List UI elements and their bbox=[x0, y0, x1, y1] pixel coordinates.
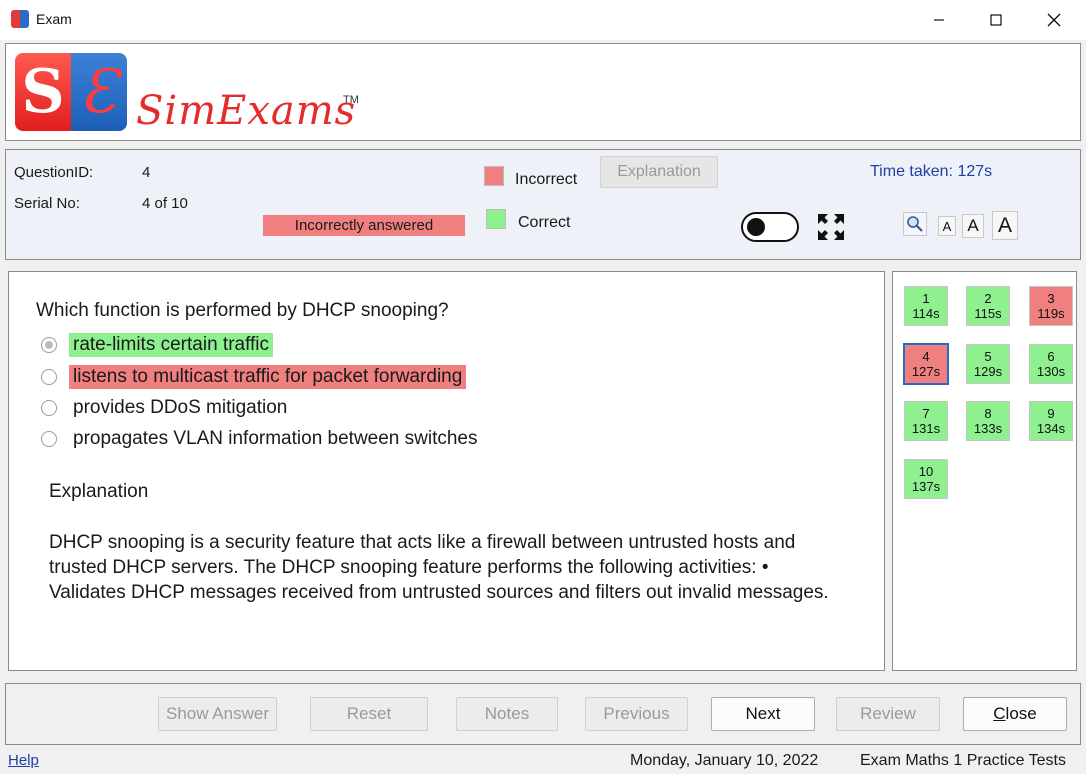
app-icon bbox=[11, 10, 29, 28]
theme-toggle[interactable] bbox=[741, 212, 799, 242]
incorrect-legend-label: Incorrect bbox=[515, 171, 578, 188]
maximize-icon bbox=[990, 14, 1002, 26]
grid-cell-number: 1 bbox=[922, 291, 930, 306]
next-button[interactable]: Next bbox=[711, 697, 815, 731]
option-2-label: listens to multicast traffic for packet … bbox=[69, 365, 467, 389]
option-4[interactable]: propagates VLAN information between swit… bbox=[41, 426, 482, 452]
serial-label: Serial No: bbox=[14, 195, 80, 212]
title-bar: Exam bbox=[0, 0, 1086, 40]
logo-trademark: TM bbox=[343, 94, 359, 106]
grid-cell-number: 6 bbox=[1047, 349, 1055, 364]
product-name: Exam Maths 1 Practice Tests bbox=[860, 752, 1066, 769]
grid-cell-time: 137s bbox=[911, 479, 941, 494]
simexams-logo-icon: S Ɛ bbox=[15, 53, 127, 131]
grid-cell-8[interactable]: 8 133s bbox=[966, 401, 1010, 441]
option-3[interactable]: provides DDoS mitigation bbox=[41, 395, 291, 421]
help-link[interactable]: Help bbox=[8, 752, 39, 769]
zoom-button[interactable] bbox=[903, 212, 927, 236]
grid-cell-time: 127s bbox=[911, 364, 941, 379]
incorrect-legend-swatch bbox=[484, 166, 504, 186]
option-1-radio[interactable] bbox=[41, 337, 57, 353]
navigation-bar: Show Answer Reset Notes Previous Next Re… bbox=[5, 683, 1081, 745]
option-3-radio[interactable] bbox=[41, 400, 57, 416]
question-id-label: QuestionID: bbox=[14, 164, 94, 181]
correct-legend-swatch bbox=[486, 209, 506, 229]
question-panel: Which function is performed by DHCP snoo… bbox=[8, 271, 885, 671]
grid-cell-time: 133s bbox=[973, 421, 1003, 436]
grid-cell-6[interactable]: 6 130s bbox=[1029, 344, 1073, 384]
grid-cell-number: 8 bbox=[984, 406, 992, 421]
font-size-medium-button[interactable]: A bbox=[962, 214, 984, 238]
option-2[interactable]: listens to multicast traffic for packet … bbox=[41, 364, 467, 390]
window-title: Exam bbox=[36, 11, 72, 27]
reset-button[interactable]: Reset bbox=[310, 697, 428, 731]
magnifier-icon bbox=[907, 216, 923, 232]
option-4-label: propagates VLAN information between swit… bbox=[73, 428, 478, 449]
grid-cell-time: 119s bbox=[1037, 306, 1065, 321]
question-text: Which function is performed by DHCP snoo… bbox=[36, 300, 449, 321]
correct-legend-label: Correct bbox=[518, 214, 571, 231]
close-icon bbox=[1047, 13, 1061, 27]
serial-value: 4 of 10 bbox=[142, 195, 188, 212]
close-button-label: lose bbox=[1005, 704, 1037, 723]
close-button[interactable]: Close bbox=[963, 697, 1067, 731]
time-taken-value: 127s bbox=[957, 163, 993, 180]
grid-cell-10[interactable]: 10 137s bbox=[904, 459, 948, 499]
notes-button[interactable]: Notes bbox=[456, 697, 558, 731]
grid-cell-time: 134s bbox=[1036, 421, 1066, 436]
grid-cell-3[interactable]: 3 119s bbox=[1029, 286, 1073, 326]
grid-cell-number: 9 bbox=[1047, 406, 1055, 421]
question-id-value: 4 bbox=[142, 164, 151, 181]
time-taken: Time taken: 127s bbox=[870, 163, 992, 181]
minimize-icon bbox=[934, 19, 944, 21]
grid-cell-7[interactable]: 7 131s bbox=[904, 401, 948, 441]
grid-cell-time: 115s bbox=[974, 306, 1002, 321]
explanation-button[interactable]: Explanation bbox=[600, 156, 718, 188]
grid-cell-number: 7 bbox=[922, 406, 930, 421]
review-button[interactable]: Review bbox=[836, 697, 940, 731]
grid-cell-4[interactable]: 4 127s bbox=[903, 343, 949, 385]
minimize-button[interactable] bbox=[924, 8, 954, 32]
logo-panel: S Ɛ SimExams TM bbox=[5, 43, 1081, 141]
show-answer-button[interactable]: Show Answer bbox=[158, 697, 277, 731]
grid-cell-number: 2 bbox=[984, 291, 992, 306]
logo-letter-s: S bbox=[15, 53, 71, 131]
font-size-small-button[interactable]: A bbox=[938, 216, 956, 236]
grid-cell-1[interactable]: 1 114s bbox=[904, 286, 948, 326]
grid-cell-time: 131s bbox=[911, 421, 941, 436]
logo-wordmark: SimExams bbox=[136, 88, 357, 134]
grid-cell-time: 130s bbox=[1036, 364, 1066, 379]
option-4-radio[interactable] bbox=[41, 431, 57, 447]
current-date: Monday, January 10, 2022 bbox=[630, 752, 819, 769]
previous-button[interactable]: Previous bbox=[585, 697, 688, 731]
grid-cell-number: 3 bbox=[1047, 291, 1055, 306]
option-3-label: provides DDoS mitigation bbox=[73, 397, 288, 418]
option-2-radio[interactable] bbox=[41, 369, 57, 385]
font-size-large-button[interactable]: A bbox=[992, 211, 1018, 240]
question-info-panel: QuestionID: 4 Serial No: 4 of 10 Incorre… bbox=[5, 149, 1081, 260]
grid-cell-time: 114s bbox=[912, 306, 940, 321]
option-1[interactable]: rate-limits certain traffic bbox=[41, 332, 274, 358]
fullscreen-button[interactable] bbox=[815, 211, 847, 243]
grid-cell-5[interactable]: 5 129s bbox=[966, 344, 1010, 384]
grid-cell-9[interactable]: 9 134s bbox=[1029, 401, 1073, 441]
grid-cell-2[interactable]: 2 115s bbox=[966, 286, 1010, 326]
maximize-button[interactable] bbox=[981, 8, 1011, 32]
expand-icon bbox=[818, 214, 844, 240]
answer-status-badge: Incorrectly answered bbox=[263, 215, 465, 236]
grid-cell-time: 129s bbox=[973, 364, 1003, 379]
close-button-mnemonic: C bbox=[993, 704, 1006, 723]
grid-cell-number: 5 bbox=[984, 349, 992, 364]
explanation-title: Explanation bbox=[49, 481, 149, 502]
grid-cell-number: 4 bbox=[922, 349, 930, 364]
option-1-label: rate-limits certain traffic bbox=[69, 333, 274, 357]
time-taken-label: Time taken: bbox=[870, 163, 953, 180]
close-window-button[interactable] bbox=[1039, 8, 1069, 32]
explanation-body: DHCP snooping is a security feature that… bbox=[49, 532, 829, 603]
logo-letter-e: Ɛ bbox=[71, 53, 127, 131]
grid-cell-number: 10 bbox=[918, 464, 934, 479]
question-grid-panel: 1 114s 2 115s 3 119s 4 127s 5 129s 6 130… bbox=[892, 271, 1077, 671]
